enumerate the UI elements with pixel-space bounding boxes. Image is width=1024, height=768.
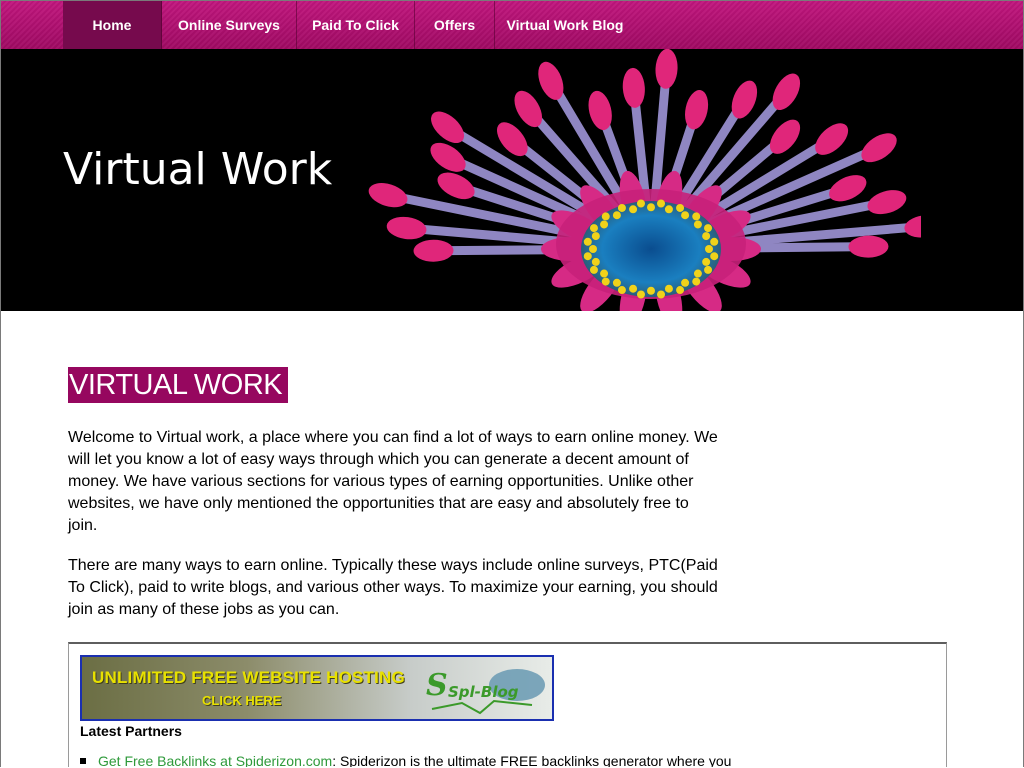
list-item: Get Free Backlinks at Spiderizon.com: Sp… <box>80 753 731 767</box>
bullet-icon <box>80 758 86 764</box>
partners-box: UNLIMITED FREE WEBSITE HOSTING CLICK HER… <box>68 642 947 767</box>
ad-click-here: CLICK HERE <box>202 693 281 708</box>
nav-item-virtual-work-blog[interactable]: Virtual Work Blog <box>495 1 635 49</box>
svg-text:S: S <box>426 668 448 703</box>
nav-item-online-surveys[interactable]: Online Surveys <box>162 1 297 49</box>
top-navigation: Home Online Surveys Paid To Click Offers… <box>1 1 1023 50</box>
ways-paragraph: There are many ways to earn online. Typi… <box>68 555 718 621</box>
nav-item-paid-to-click[interactable]: Paid To Click <box>297 1 415 49</box>
spl-blog-logo: S Spl-Blog <box>422 659 552 717</box>
page-frame: Home Online Surveys Paid To Click Offers… <box>0 0 1024 767</box>
site-title: Virtual Work <box>63 144 332 195</box>
partner-description: : Spiderizon is the ultimate FREE backli… <box>332 753 731 767</box>
flower-image <box>361 49 921 311</box>
ad-headline: UNLIMITED FREE WEBSITE HOSTING <box>92 668 405 688</box>
latest-partners-label: Latest Partners <box>80 723 182 739</box>
intro-paragraph: Welcome to Virtual work, a place where y… <box>68 427 718 537</box>
header-banner: Virtual Work <box>1 49 1023 311</box>
hosting-ad-banner[interactable]: UNLIMITED FREE WEBSITE HOSTING CLICK HER… <box>80 655 554 721</box>
logo-wordmark: Spl-Blog <box>448 683 519 701</box>
partner-link[interactable]: Get Free Backlinks at Spiderizon.com <box>98 753 332 767</box>
nav-item-offers[interactable]: Offers <box>415 1 495 49</box>
nav-item-home[interactable]: Home <box>63 1 162 49</box>
page-heading: VIRTUAL WORK <box>68 367 288 403</box>
